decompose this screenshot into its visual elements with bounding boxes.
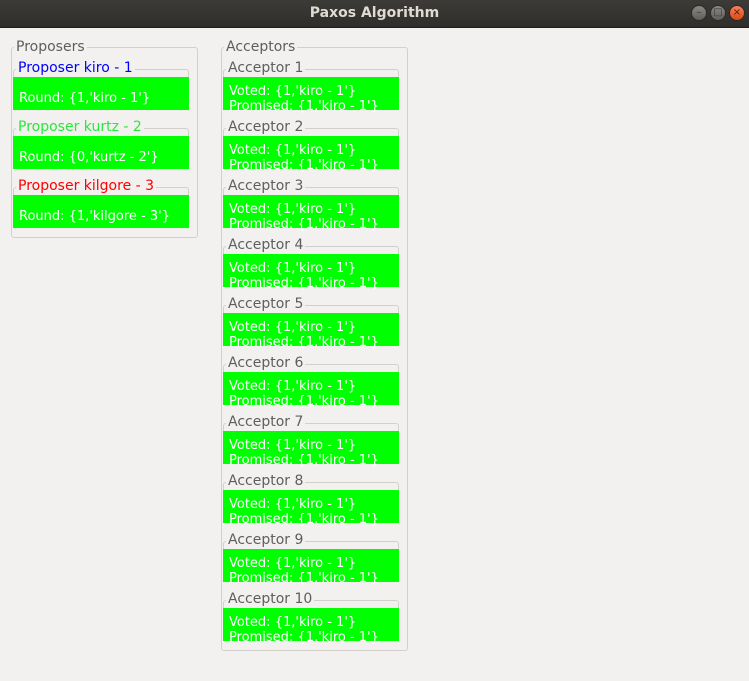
window-title: Paxos Algorithm: [309, 5, 440, 21]
acceptor-3-status: Voted: {1,'kiro - 1'} Promised: {1,'kiro …: [223, 195, 399, 232]
title-bar: Paxos Algorithm – □ ×: [0, 0, 749, 28]
round-text: Round: {0,'kurtz - 2'}: [19, 150, 159, 165]
acceptor-9-box: Acceptor 9 Voted: {1,'kiro - 1'} Promised:…: [223, 532, 399, 586]
acceptor-4-box: Acceptor 4 Voted: {1,'kiro - 1'} Promised:…: [223, 237, 399, 291]
acceptor-9-status: Voted: {1,'kiro - 1'} Promised: {1,'kiro …: [223, 549, 399, 586]
acceptor-5-status: Voted: {1,'kiro - 1'} Promised: {1,'kiro …: [223, 313, 399, 350]
promised-text: Promised: {1,'kiro - 1'}: [229, 571, 379, 586]
promised-text: Promised: {1,'kiro - 1'}: [229, 99, 379, 114]
acceptors-group: Acceptors Acceptor 1 Voted: {1,'kiro - 1'…: [221, 39, 408, 651]
acceptor-8-box: Acceptor 8 Voted: {1,'kiro - 1'} Promised:…: [223, 473, 399, 527]
maximize-icon[interactable]: □: [710, 5, 726, 21]
acceptor-2-status: Voted: {1,'kiro - 1'} Promised: {1,'kiro …: [223, 136, 399, 173]
proposers-group: Proposers Proposer kiro - 1 Round: {1,'ki…: [11, 39, 198, 238]
proposer-1-label: Proposer kiro - 1: [16, 60, 135, 77]
acceptor-3-box: Acceptor 3 Voted: {1,'kiro - 1'} Promised:…: [223, 178, 399, 232]
promised-text: Promised: {1,'kiro - 1'}: [229, 158, 379, 173]
proposer-2-label: Proposer kurtz - 2: [16, 119, 144, 136]
proposer-2-status: Round: {0,'kurtz - 2'}: [13, 136, 189, 169]
acceptor-8-label: Acceptor 8: [226, 473, 306, 490]
promised-text: Promised: {1,'kiro - 1'}: [229, 453, 379, 468]
voted-text: Voted: {1,'kiro - 1'}: [229, 497, 357, 512]
voted-text: Voted: {1,'kiro - 1'}: [229, 84, 357, 99]
proposer-1-box: Proposer kiro - 1 Round: {1,'kiro - 1'}: [13, 60, 189, 110]
promised-text: Promised: {1,'kiro - 1'}: [229, 512, 379, 527]
promised-text: Promised: {1,'kiro - 1'}: [229, 276, 379, 291]
proposer-1-status: Round: {1,'kiro - 1'}: [13, 77, 189, 110]
voted-text: Voted: {1,'kiro - 1'}: [229, 202, 357, 217]
acceptor-1-status: Voted: {1,'kiro - 1'} Promised: {1,'kiro …: [223, 77, 399, 114]
acceptor-5-label: Acceptor 5: [226, 296, 306, 313]
proposer-3-label: Proposer kilgore - 3: [16, 178, 157, 195]
minimize-icon[interactable]: –: [691, 5, 707, 21]
acceptor-1-box: Acceptor 1 Voted: {1,'kiro - 1'} Promised:…: [223, 60, 399, 114]
voted-text: Voted: {1,'kiro - 1'}: [229, 320, 357, 335]
acceptor-9-label: Acceptor 9: [226, 532, 306, 549]
acceptor-2-box: Acceptor 2 Voted: {1,'kiro - 1'} Promised:…: [223, 119, 399, 173]
round-text: Round: {1,'kilgore - 3'}: [19, 209, 170, 224]
acceptor-7-status: Voted: {1,'kiro - 1'} Promised: {1,'kiro …: [223, 431, 399, 468]
promised-text: Promised: {1,'kiro - 1'}: [229, 217, 379, 232]
acceptor-3-label: Acceptor 3: [226, 178, 306, 195]
acceptor-7-label: Acceptor 7: [226, 414, 306, 431]
acceptor-10-label: Acceptor 10: [226, 591, 315, 608]
acceptor-6-label: Acceptor 6: [226, 355, 306, 372]
acceptor-2-label: Acceptor 2: [226, 119, 306, 136]
acceptor-10-box: Acceptor 10 Voted: {1,'kiro - 1'} Promised…: [223, 591, 399, 645]
voted-text: Voted: {1,'kiro - 1'}: [229, 438, 357, 453]
proposers-group-title: Proposers: [14, 39, 87, 56]
promised-text: Promised: {1,'kiro - 1'}: [229, 335, 379, 350]
acceptor-1-label: Acceptor 1: [226, 60, 306, 77]
acceptor-8-status: Voted: {1,'kiro - 1'} Promised: {1,'kiro …: [223, 490, 399, 527]
acceptor-4-label: Acceptor 4: [226, 237, 306, 254]
voted-text: Voted: {1,'kiro - 1'}: [229, 379, 357, 394]
voted-text: Voted: {1,'kiro - 1'}: [229, 143, 357, 158]
round-text: Round: {1,'kiro - 1'}: [19, 91, 151, 106]
acceptor-10-status: Voted: {1,'kiro - 1'} Promised: {1,'kiro …: [223, 608, 399, 645]
close-icon[interactable]: ×: [729, 5, 745, 21]
promised-text: Promised: {1,'kiro - 1'}: [229, 394, 379, 409]
voted-text: Voted: {1,'kiro - 1'}: [229, 261, 357, 276]
acceptor-4-status: Voted: {1,'kiro - 1'} Promised: {1,'kiro …: [223, 254, 399, 291]
proposer-3-box: Proposer kilgore - 3 Round: {1,'kilgore -…: [13, 178, 189, 228]
proposer-2-box: Proposer kurtz - 2 Round: {0,'kurtz - 2'}: [13, 119, 189, 169]
acceptor-6-status: Voted: {1,'kiro - 1'} Promised: {1,'kiro …: [223, 372, 399, 409]
acceptor-6-box: Acceptor 6 Voted: {1,'kiro - 1'} Promised:…: [223, 355, 399, 409]
acceptor-7-box: Acceptor 7 Voted: {1,'kiro - 1'} Promised:…: [223, 414, 399, 468]
promised-text: Promised: {1,'kiro - 1'}: [229, 630, 379, 645]
acceptor-5-box: Acceptor 5 Voted: {1,'kiro - 1'} Promised:…: [223, 296, 399, 350]
voted-text: Voted: {1,'kiro - 1'}: [229, 615, 357, 630]
acceptors-group-title: Acceptors: [224, 39, 298, 56]
proposer-3-status: Round: {1,'kilgore - 3'}: [13, 195, 189, 228]
voted-text: Voted: {1,'kiro - 1'}: [229, 556, 357, 571]
